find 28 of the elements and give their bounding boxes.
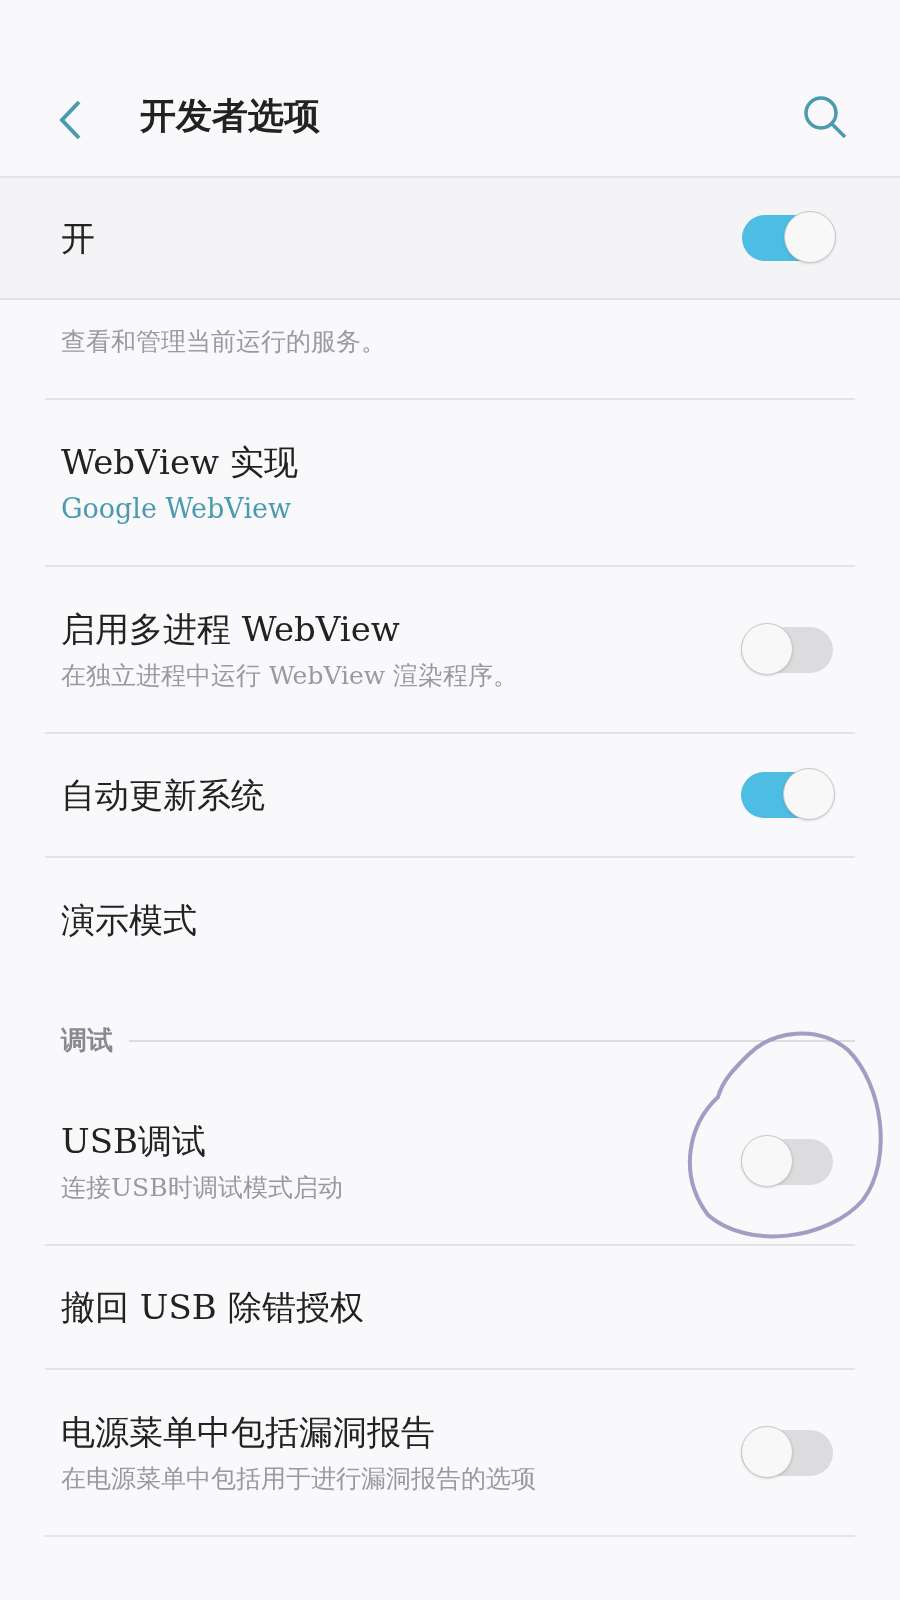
settings-item[interactable]: 自动更新系统	[45, 734, 855, 858]
toggle-switch[interactable]	[741, 768, 835, 822]
item-title: WebView 实现	[61, 440, 298, 484]
item-title: 撤回 USB 除错授权	[61, 1286, 364, 1329]
item-description: 查看和管理当前运行的服务。	[61, 325, 386, 358]
toggle-switch[interactable]	[741, 1134, 835, 1189]
settings-item[interactable]: WebView 实现 Google WebView	[45, 400, 855, 567]
settings-item[interactable]: 演示模式	[45, 858, 855, 982]
master-switch-label: 开	[61, 216, 95, 260]
section-header: 调试	[61, 1024, 113, 1057]
item-title: USB调试	[61, 1119, 207, 1163]
toggle-switch[interactable]	[742, 211, 836, 265]
toggle-switch[interactable]	[741, 1425, 835, 1480]
item-description: 在电源菜单中包括用于进行漏洞报告的选项	[61, 1462, 536, 1495]
item-title: 启用多进程 WebView	[61, 607, 401, 651]
item-title: 电源菜单中包括漏洞报告	[61, 1410, 436, 1454]
settings-item[interactable]: 撤回 USB 除错授权	[45, 1246, 855, 1370]
settings-item[interactable]: USB调试 连接USB时调试模式启动	[45, 1079, 855, 1246]
item-title: 演示模式	[61, 899, 197, 942]
toggle-switch[interactable]	[741, 622, 835, 677]
item-description: 在独立进程中运行 WebView 渲染程序。	[61, 659, 519, 692]
settings-item[interactable]: 启用多进程 WebView 在独立进程中运行 WebView 渲染程序。	[45, 567, 855, 734]
settings-item[interactable]: 电源菜单中包括漏洞报告 在电源菜单中包括用于进行漏洞报告的选项	[45, 1370, 855, 1537]
page-title: 开发者选项	[140, 93, 320, 138]
master-switch-row[interactable]: 开	[0, 178, 900, 300]
item-value: Google WebView	[61, 491, 293, 526]
item-description: 连接USB时调试模式启动	[61, 1171, 343, 1204]
item-title: 自动更新系统	[61, 774, 265, 817]
